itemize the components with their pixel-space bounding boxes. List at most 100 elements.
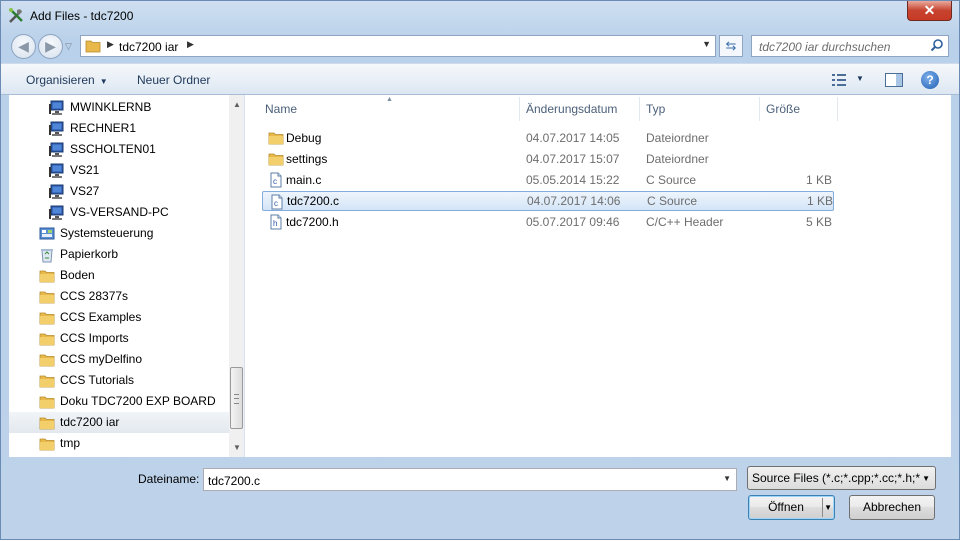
organize-label: Organisieren: [26, 73, 95, 87]
recycle-bin-icon: [41, 249, 53, 263]
content-area: tmp tdc7200 iar Doku TDC7200 EXP BOARD CCS …: [9, 95, 951, 457]
breadcrumb-chevron-icon[interactable]: ▶: [107, 39, 114, 50]
open-button[interactable]: Öffnen ▼: [748, 495, 835, 520]
column-header-date[interactable]: Änderungsdatum: [526, 95, 617, 123]
file-name: tdc7200.h: [286, 215, 339, 229]
chevron-down-icon[interactable]: ▼: [723, 474, 731, 483]
filename-label: Dateiname:: [138, 472, 200, 486]
column-header-name[interactable]: Name: [265, 95, 297, 123]
folder-icon: [39, 333, 55, 346]
nav-item[interactable]: MWINKLERNB: [9, 97, 229, 118]
filename-input[interactable]: [204, 469, 715, 492]
file-name: main.c: [286, 173, 322, 187]
nav-item[interactable]: VS-VERSAND-PC: [9, 202, 229, 223]
file-row[interactable]: c tdc7200.c 04.07.2017 14:06 C Source 1 KB: [262, 191, 834, 211]
organize-menu-button[interactable]: Organisieren ▼: [26, 73, 108, 87]
nav-item-label: CCS Examples: [60, 310, 142, 324]
file-date: 05.07.2017 09:46: [526, 215, 620, 229]
folder-icon: [85, 40, 101, 53]
file-size: 5 KB: [805, 215, 832, 229]
svg-text:c: c: [274, 199, 278, 208]
view-dropdown-icon[interactable]: ▼: [856, 74, 864, 83]
nav-item[interactable]: CCS Examples: [9, 307, 229, 328]
column-header-size[interactable]: Größe: [766, 95, 800, 123]
window-title: Add Files - tdc7200: [30, 9, 134, 23]
nav-item-label: MWINKLERNB: [70, 100, 152, 114]
nav-item[interactable]: tdc7200 iar: [9, 412, 229, 433]
nav-item[interactable]: VS21: [9, 160, 229, 181]
folder-icon: [268, 132, 284, 145]
file-row[interactable]: settings 04.07.2017 15:07 Dateiordner: [262, 149, 834, 169]
close-button[interactable]: ✕: [907, 1, 952, 21]
breadcrumb-chevron-icon[interactable]: ▶: [187, 39, 194, 50]
folder-icon: [39, 291, 55, 304]
navigation-bar: ◀ ▶ ▽ ▶ tdc7200 iar ▶ ▼ ⇆: [1, 31, 959, 63]
nav-item[interactable]: Papierkorb: [9, 244, 229, 265]
cancel-button[interactable]: Abbrechen: [849, 495, 935, 520]
nav-item-label: SSCHOLTEN01: [70, 142, 156, 156]
refresh-button[interactable]: ⇆: [719, 35, 743, 57]
folder-icon: [39, 312, 55, 325]
svg-text:c: c: [273, 177, 277, 186]
search-box[interactable]: [751, 35, 949, 58]
nav-item[interactable]: CCS myDelfino: [9, 349, 229, 370]
nav-item-label: Systemsteuerung: [60, 226, 154, 240]
nav-item-label: CCS myDelfino: [60, 352, 143, 366]
file-type: C Source: [647, 194, 698, 208]
file-type: Dateiordner: [646, 152, 709, 166]
sort-ascending-icon: ▲: [386, 96, 393, 103]
scroll-grip-icon: [234, 394, 239, 404]
address-dropdown-icon[interactable]: ▼: [702, 39, 711, 49]
preview-pane-icon[interactable]: [885, 73, 903, 87]
nav-item[interactable]: SSCHOLTEN01: [9, 139, 229, 160]
split-divider: [822, 498, 823, 517]
nav-item[interactable]: tmp: [9, 433, 229, 454]
file-row[interactable]: Debug 04.07.2017 14:05 Dateiordner: [262, 128, 834, 148]
nav-scrollbar[interactable]: ▲ ▼: [229, 95, 244, 457]
nav-item[interactable]: Boden: [9, 265, 229, 286]
nav-item-label: VS27: [70, 184, 100, 198]
file-row[interactable]: h tdc7200.h 05.07.2017 09:46 C/C++ Header 5 …: [262, 212, 834, 232]
folder-icon: [39, 270, 55, 283]
computer-icon: [49, 121, 64, 136]
scroll-thumb[interactable]: [230, 367, 243, 429]
help-icon[interactable]: ?: [921, 71, 939, 89]
search-input[interactable]: [752, 36, 931, 58]
nav-item[interactable]: CCS Tutorials: [9, 370, 229, 391]
scroll-down-icon[interactable]: ▼: [233, 443, 241, 452]
nav-item[interactable]: VS27: [9, 181, 229, 202]
column-divider[interactable]: [837, 97, 838, 121]
column-divider[interactable]: [639, 97, 640, 121]
address-bar[interactable]: ▶ tdc7200 iar ▶ ▼: [80, 35, 716, 57]
column-header-type[interactable]: Typ: [646, 95, 665, 123]
nav-item[interactable]: RECHNER1: [9, 118, 229, 139]
new-folder-button[interactable]: Neuer Ordner: [137, 73, 210, 87]
breadcrumb-item[interactable]: tdc7200 iar: [119, 40, 178, 54]
dialog-footer: Dateiname: ▼ Source Files (*.c;*.cpp;*.c…: [1, 457, 959, 541]
title-bar[interactable]: Add Files - tdc7200 ✕: [1, 1, 959, 31]
file-row[interactable]: c main.c 05.05.2014 15:22 C Source 1 KB: [262, 170, 834, 190]
nav-item[interactable]: CCS 28377s: [9, 286, 229, 307]
computer-icon: [49, 184, 64, 199]
file-date: 04.07.2017 14:06: [527, 194, 621, 208]
refresh-icon: ⇆: [725, 38, 737, 53]
column-divider[interactable]: [759, 97, 760, 121]
tools-icon: [9, 8, 23, 23]
folder-icon: [39, 438, 55, 451]
nav-item[interactable]: Systemsteuerung: [9, 223, 229, 244]
column-divider[interactable]: [519, 97, 520, 121]
forward-button[interactable]: ▶: [38, 34, 63, 59]
open-options-dropdown-icon[interactable]: ▼: [824, 496, 832, 519]
filename-combobox[interactable]: ▼: [203, 468, 737, 492]
svg-text:h: h: [273, 219, 277, 228]
nav-item[interactable]: Doku TDC7200 EXP BOARD: [9, 391, 229, 412]
scroll-up-icon[interactable]: ▲: [233, 100, 241, 109]
nav-item-label: CCS Tutorials: [60, 373, 135, 387]
recent-pages-chevron-icon[interactable]: ▽: [65, 41, 72, 52]
back-button[interactable]: ◀: [11, 34, 36, 59]
view-options-icon[interactable]: [831, 73, 847, 87]
file-type-filter-select[interactable]: Source Files (*.c;*.cpp;*.cc;*.h;* ▼: [747, 466, 936, 490]
c-file-icon: c: [271, 194, 283, 210]
file-name: tdc7200.c: [287, 194, 340, 208]
nav-item[interactable]: CCS Imports: [9, 328, 229, 349]
